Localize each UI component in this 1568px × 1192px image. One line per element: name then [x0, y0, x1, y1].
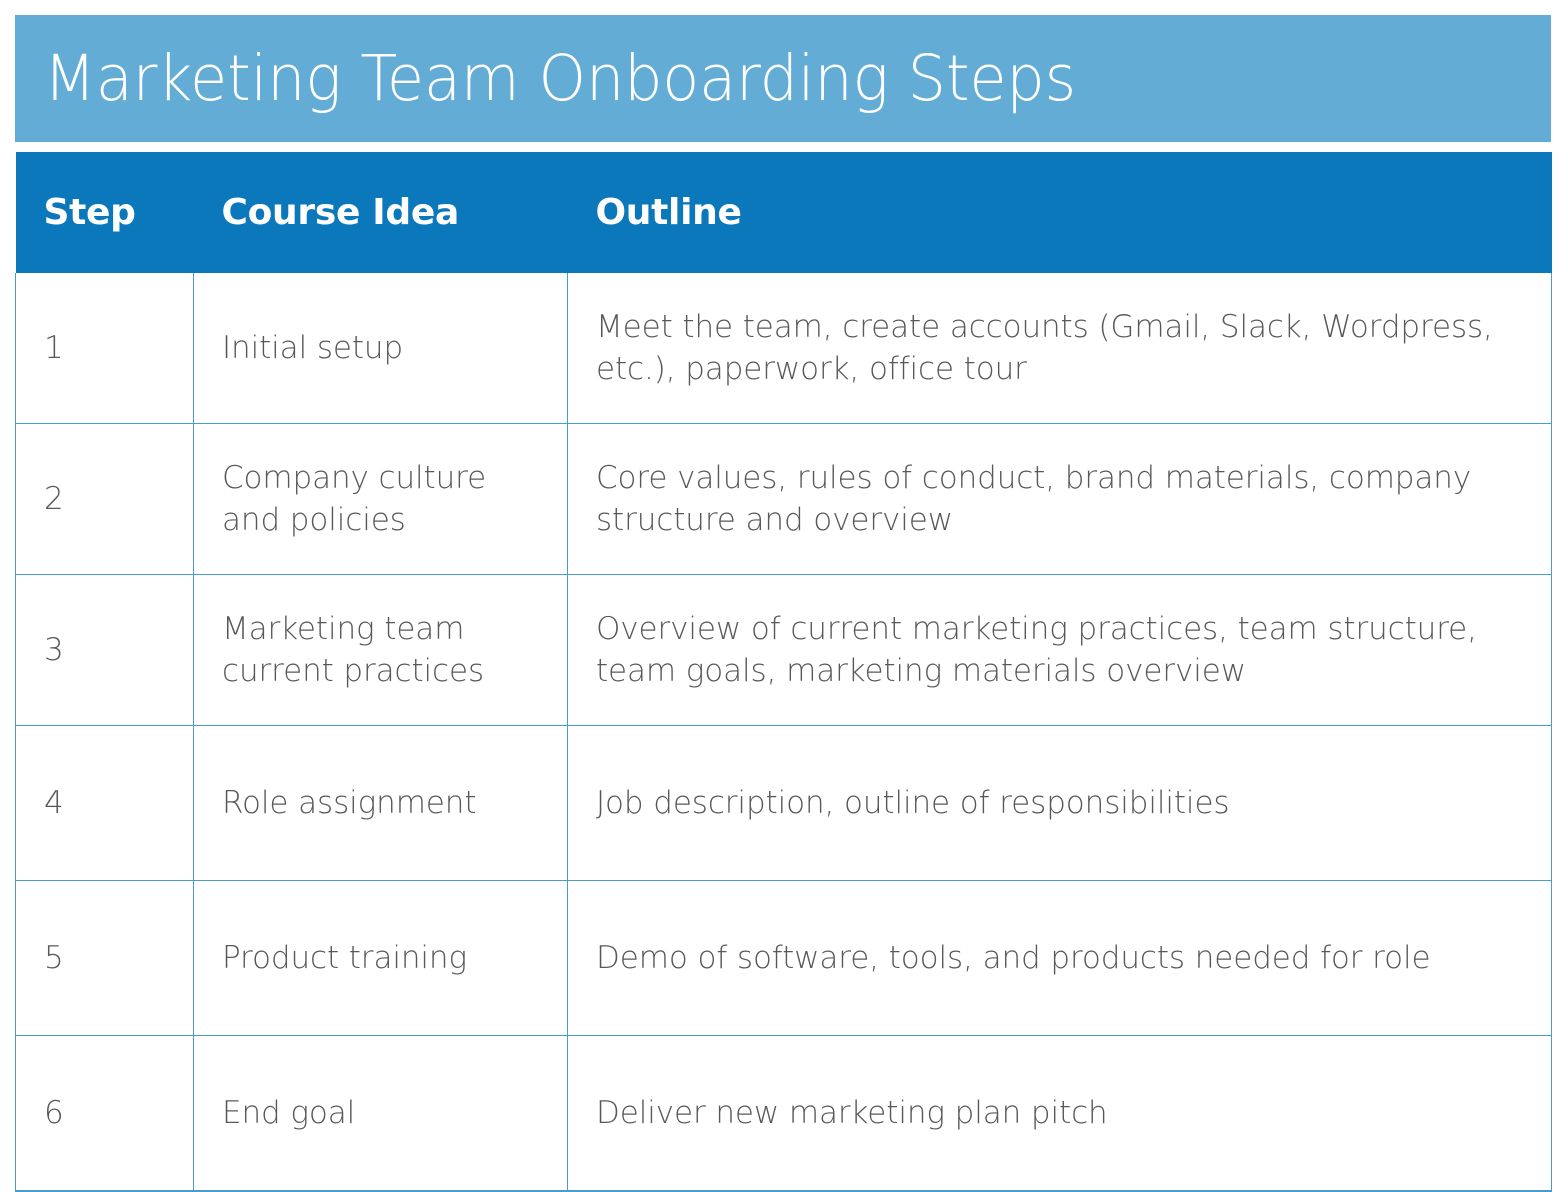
cell-course-idea: Product training [193, 880, 568, 1036]
onboarding-table-page: Marketing Team Onboarding Steps Step Cou… [0, 0, 1568, 1192]
cell-step: 3 [15, 574, 194, 726]
cell-outline: Meet the team, create accounts (Gmail, S… [567, 273, 1552, 424]
table-row: 3 Marketing team current practices Overv… [15, 574, 1552, 726]
column-header-step: Step [15, 152, 194, 273]
page-title: Marketing Team Onboarding Steps [43, 42, 1076, 115]
table-body: 1 Initial setup Meet the team, create ac… [15, 273, 1552, 1192]
cell-course-idea: Role assignment [193, 725, 568, 881]
column-header-course-idea: Course Idea [193, 152, 568, 273]
table-row: 5 Product training Demo of software, too… [15, 880, 1552, 1036]
table-header-row: Step Course Idea Outline [15, 152, 1552, 273]
table-row: 1 Initial setup Meet the team, create ac… [15, 273, 1552, 424]
cell-course-idea: Company culture and policies [193, 423, 568, 575]
table-row: 4 Role assignment Job description, outli… [15, 725, 1552, 881]
cell-outline: Overview of current marketing practices,… [567, 574, 1552, 726]
cell-step: 6 [15, 1035, 194, 1192]
cell-outline: Core values, rules of conduct, brand mat… [567, 423, 1552, 575]
onboarding-steps-table: Step Course Idea Outline 1 Initial setup… [15, 152, 1552, 1192]
column-header-outline: Outline [567, 152, 1552, 273]
table-row: 2 Company culture and policies Core valu… [15, 423, 1552, 575]
title-banner: Marketing Team Onboarding Steps [15, 15, 1551, 142]
table-row: 6 End goal Deliver new marketing plan pi… [15, 1035, 1552, 1192]
cell-course-idea: Marketing team current practices [193, 574, 568, 726]
cell-step: 5 [15, 880, 194, 1036]
cell-step: 4 [15, 725, 194, 881]
cell-step: 1 [15, 273, 194, 424]
cell-outline: Deliver new marketing plan pitch [567, 1035, 1552, 1192]
cell-course-idea: Initial setup [193, 273, 568, 424]
cell-outline: Demo of software, tools, and products ne… [567, 880, 1552, 1036]
table-header: Step Course Idea Outline [15, 152, 1552, 273]
cell-step: 2 [15, 423, 194, 575]
cell-outline: Job description, outline of responsibili… [567, 725, 1552, 881]
cell-course-idea: End goal [193, 1035, 568, 1192]
